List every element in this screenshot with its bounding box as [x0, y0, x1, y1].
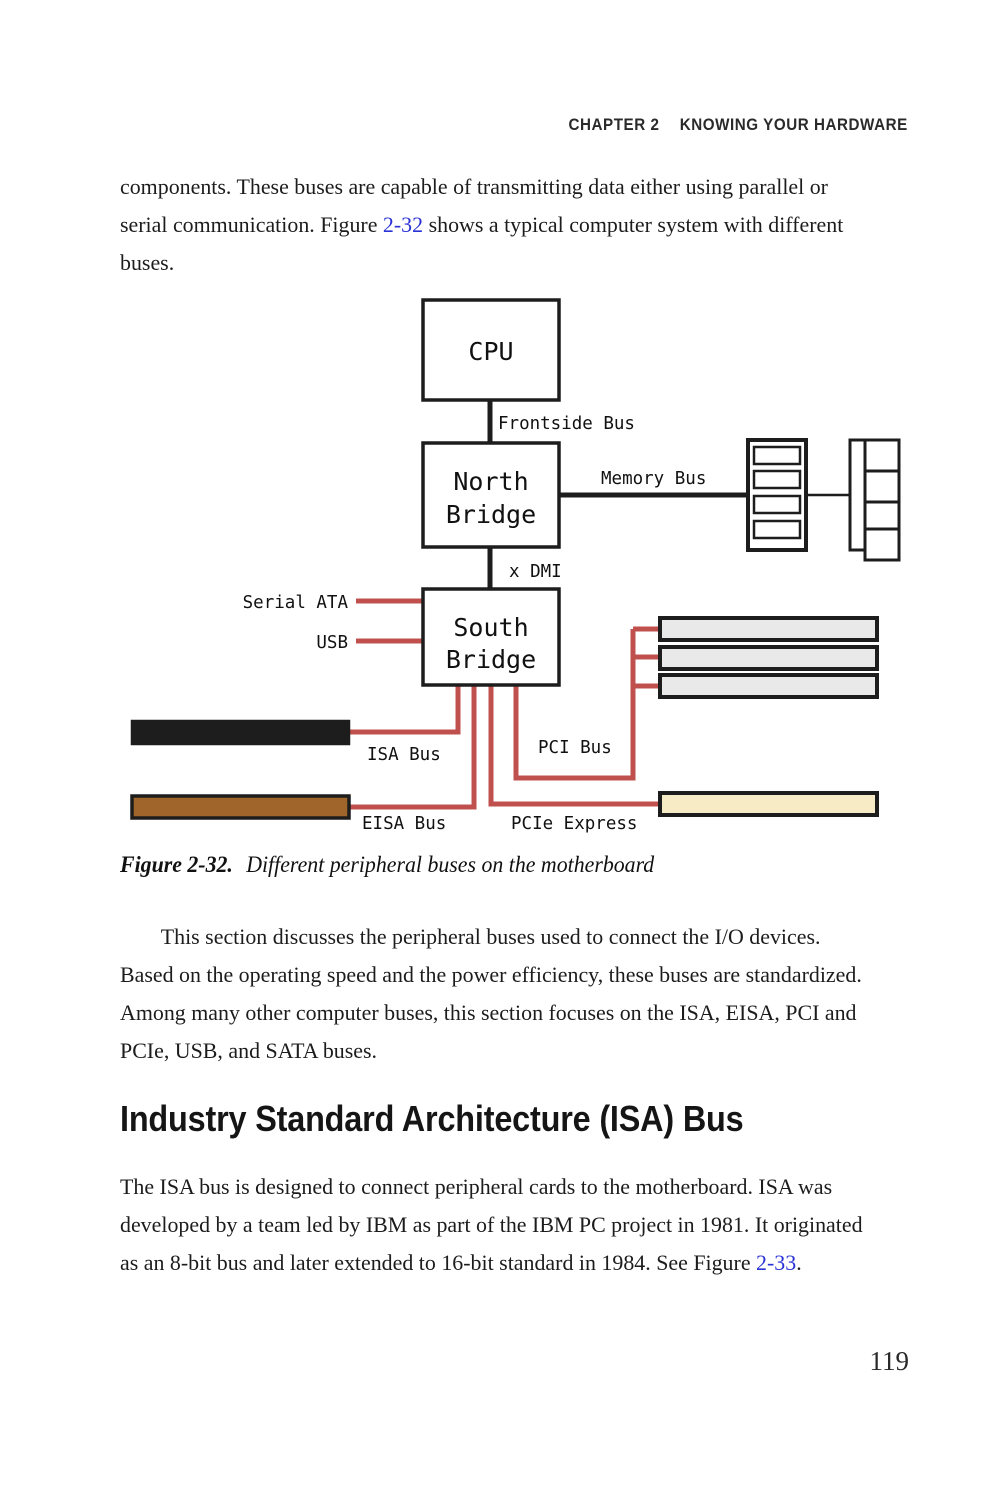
dmi-label: x DMI	[509, 562, 562, 582]
paragraph-middle-text: This section discusses the peripheral bu…	[120, 924, 862, 1063]
memory-slot-3	[752, 494, 802, 515]
paragraph-bottom: The ISA bus is designed to connect perip…	[120, 1168, 867, 1282]
memory-chip-1	[863, 438, 901, 473]
figure-link-2-32[interactable]: 2-32	[383, 212, 423, 237]
memory-chip-2	[863, 469, 901, 504]
memory-bus-label: Memory Bus	[601, 469, 706, 489]
pci-slot-2	[658, 645, 879, 671]
figure-caption: Figure 2-32. Different peripheral buses o…	[120, 852, 654, 878]
paragraph-bottom-part2: .	[796, 1250, 802, 1275]
figure-caption-number: Figure 2-32.	[120, 852, 233, 877]
cpu-label: CPU	[468, 337, 513, 366]
figure-link-2-33[interactable]: 2-33	[756, 1250, 796, 1275]
pcie-bus-line	[488, 685, 660, 807]
memory-chip-4	[863, 527, 901, 562]
memory-chip-column	[848, 438, 901, 562]
pci-bus-trunk	[513, 629, 636, 781]
running-head-chapter: CHAPTER 2	[568, 116, 660, 134]
eisa-bus-line	[349, 685, 477, 810]
paragraph-top: components. These buses are capable of t…	[120, 168, 867, 282]
paragraph-bottom-part1: The ISA bus is designed to connect perip…	[120, 1174, 863, 1275]
paragraph-middle: This section discusses the peripheral bu…	[120, 918, 867, 1070]
pcie-slot	[658, 791, 879, 817]
isa-bus-label: ISA Bus	[367, 745, 441, 765]
isa-bus-line	[349, 685, 461, 735]
pci-slot-3	[658, 673, 879, 699]
north-bridge-box	[421, 441, 561, 549]
frontside-bus-label: Frontside Bus	[498, 414, 635, 434]
isa-slot	[130, 719, 351, 746]
black-connectors	[487, 400, 850, 589]
south-bridge-label-1: South	[453, 613, 528, 642]
pcie-express-label: PCIe Express	[511, 814, 637, 834]
running-head: CHAPTER 2 KNOWING YOUR HARDWARE	[569, 116, 908, 135]
pci-bus-label: PCI Bus	[538, 738, 612, 758]
diagram-labels: Frontside Bus Memory Bus x DMI Serial AT…	[243, 414, 707, 834]
memory-module	[746, 438, 808, 552]
usb-label: USB	[316, 633, 348, 653]
south-bridge-box	[421, 587, 561, 687]
memory-slot-2	[752, 469, 802, 490]
memory-chip-3	[863, 500, 901, 535]
eisa-slot	[130, 794, 351, 820]
pci-slot-1	[658, 616, 879, 642]
serial-ata-label: Serial ATA	[243, 593, 349, 613]
red-connectors	[349, 598, 661, 810]
eisa-bus-label: EISA Bus	[362, 814, 446, 834]
north-bridge-label-2: Bridge	[446, 500, 536, 529]
book-page: CHAPTER 2 KNOWING YOUR HARDWARE component…	[0, 0, 989, 1500]
cpu-box	[421, 298, 561, 402]
section-heading: Industry Standard Architecture (ISA) Bus	[120, 1098, 744, 1139]
memory-slot-1	[752, 445, 802, 466]
running-head-title: KNOWING YOUR HARDWARE	[679, 116, 908, 134]
memory-slot-4	[752, 519, 802, 540]
page-number: 119	[869, 1346, 910, 1376]
north-bridge-label-1: North	[453, 467, 528, 496]
figure-caption-text: Different peripheral buses on the mother…	[246, 852, 655, 877]
south-bridge-label-2: Bridge	[446, 645, 536, 674]
chip-spine	[848, 438, 880, 552]
